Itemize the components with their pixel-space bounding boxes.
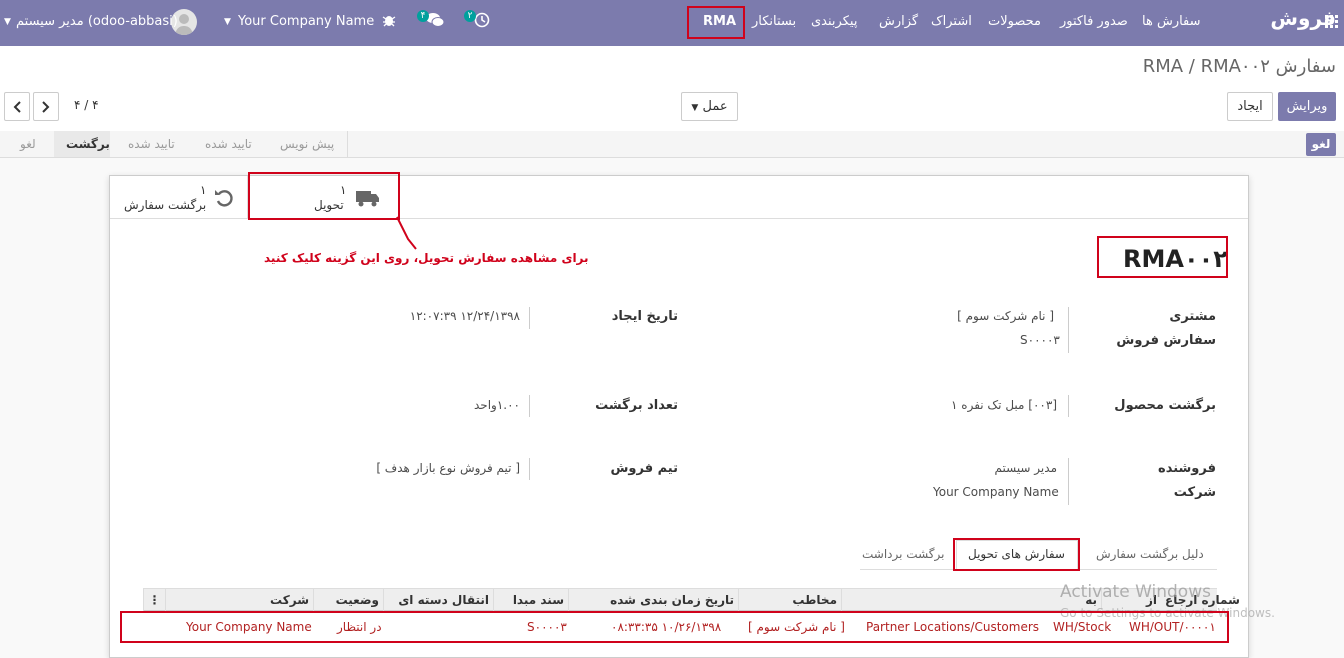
field-separator [529,395,530,417]
stage-confirmed[interactable]: تایید شده [128,131,175,157]
company-value[interactable]: Your Company Name [933,485,1059,499]
return-order-label: برگشت سفارش [124,198,207,212]
breadcrumb[interactable]: سفارش RMA / RMA۰۰۲ [1143,56,1336,77]
field-separator [529,458,530,480]
product-label: برگشت محصول [1114,398,1216,413]
action-caret-icon: ▼ [691,103,699,113]
activity-badge: ۲ [464,10,476,22]
delivery-table-header: شماره ارجاع از به مخاطب تاریخ زمان بندی … [143,588,1240,611]
pager-next-button[interactable] [33,92,59,121]
salesperson-value[interactable]: مدیر سیستم [995,461,1058,475]
undo-icon [214,188,234,211]
tab-return-reason[interactable]: دلیل برگشت سفارش [1096,540,1204,569]
sale-order-value[interactable]: S۰۰۰۰۳ [1020,333,1060,347]
field-separator [1068,307,1069,353]
product-value[interactable]: [۰۰۳] مبل تک نفره ۱ [951,398,1057,412]
menu-invoicing[interactable]: صدور فاکتور [1060,14,1128,30]
return-order-count: ۱ [200,183,207,197]
salesperson-label: فروشنده [1158,461,1216,476]
delivery-highlight-box [248,172,400,220]
windows-watermark-title: Activate Windows [1060,582,1211,602]
menu-subscriptions[interactable]: اشتراک [931,14,972,30]
col-source-document[interactable]: سند مبدا [493,589,568,611]
column-options-icon[interactable]: ⋮ [143,589,165,611]
col-company[interactable]: شرکت [165,589,313,611]
activity-clock-icon[interactable] [474,12,490,32]
stage-cancelled[interactable]: لغو [20,131,36,157]
col-contact[interactable]: مخاطب [738,589,841,611]
table-row-highlight-box [120,611,1229,643]
callout-arrow [396,216,417,250]
sales-team-value[interactable]: [ تیم فروش نوع بازار هدف ] [376,461,520,475]
menu-products[interactable]: محصولات [988,14,1041,30]
menu-configuration[interactable]: پیکربندی [811,14,857,30]
menu-orders[interactable]: سفارش ها [1142,14,1201,30]
apps-menu-icon[interactable] [1325,15,1339,33]
action-dropdown[interactable]: ▼ عمل [681,92,738,121]
sales-team-label: تیم فروش [610,461,678,476]
return-qty-label: تعداد برگشت [595,398,678,413]
edit-button[interactable]: ویرایش [1278,92,1336,121]
create-button[interactable]: ایجاد [1227,92,1273,121]
top-navbar: فروش سفارش ها صدور فاکتور محصولات اشتراک… [0,0,1344,46]
debug-bug-icon[interactable] [382,13,396,31]
sale-order-label: سفارش فروش [1116,333,1216,348]
create-date-value: ۱۲/۲۴/۱۳۹۸ ۱۲:۰۷:۳۹ [409,309,520,323]
action-label: عمل [702,99,728,114]
field-separator [1068,458,1069,505]
company-caret-icon: ▼ [224,17,231,27]
stage-draft[interactable]: پیش نویس [280,131,334,157]
stage-returned[interactable]: برگشت [66,131,110,157]
user-menu[interactable]: مدیر سیستم (odoo-abbasi) [16,14,178,30]
messages-badge: ۴ [417,10,429,22]
return-order-smart-button[interactable]: ۱ برگشت سفارش [110,176,248,219]
customer-label: مشتری [1169,309,1216,324]
chevron-left-icon [13,101,21,113]
rma-highlight-box [687,6,745,39]
user-caret-icon: ▼ [4,17,11,27]
customer-value[interactable]: [ نام شرکت سوم ] [957,309,1054,323]
company-label: شرکت [1173,485,1216,500]
menu-reporting[interactable]: گزارش [879,14,918,30]
annotation-text: برای مشاهده سفارش تحویل، روی این گزینه ک… [264,251,589,265]
col-scheduled-date[interactable]: تاریخ زمان بندی شده [568,589,738,611]
record-title-highlight-box [1097,236,1228,278]
return-qty-value: ۱.۰۰واحد [473,398,520,412]
stage-approved[interactable]: تایید شده [205,131,252,157]
delivery-tab-highlight-box [953,538,1080,571]
tab-return-picking[interactable]: برگشت برداشت [862,540,944,569]
create-date-label: تاریخ ایجاد [611,309,678,324]
pager-value[interactable]: ۴ / ۴ [74,98,99,112]
col-batch-transfer[interactable]: انتقال دسته ای [383,589,493,611]
status-bar: لغو پیش نویس تایید شده تایید شده برگشت ل… [0,131,1344,158]
menu-creditor[interactable]: بستانکار [752,14,796,30]
pager-previous-button[interactable] [4,92,30,121]
field-separator [1068,395,1069,417]
field-separator [529,307,530,329]
col-state[interactable]: وضعیت [313,589,383,611]
company-switcher[interactable]: Your Company Name [238,14,374,30]
cancel-rma-button[interactable]: لغو [1306,133,1336,156]
chevron-right-icon [42,101,50,113]
